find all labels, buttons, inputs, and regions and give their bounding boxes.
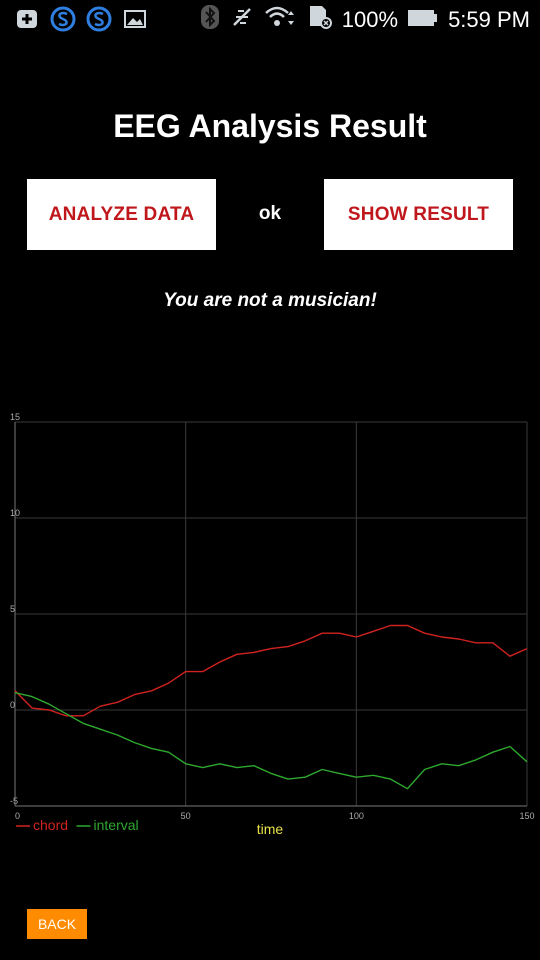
sd-card-icon	[306, 4, 332, 36]
back-button[interactable]: BACK	[27, 909, 87, 939]
battery-level: 100%	[341, 7, 399, 32]
x-tick-label: 0	[15, 811, 20, 821]
s-app-icon-2	[86, 6, 112, 32]
wifi-icon	[264, 5, 296, 35]
legend-label-chord: chord	[33, 817, 68, 833]
result-verdict: You are not a musician!	[163, 290, 377, 311]
analyze-data-button[interactable]: ANALYZE DATA	[27, 179, 216, 250]
battery-icon	[408, 7, 438, 33]
add-box-icon	[14, 6, 40, 32]
status-icons-right: 100% 5:59 PM	[200, 4, 530, 36]
page-title: EEG Analysis Result	[113, 108, 427, 144]
notification-icons	[14, 6, 148, 32]
clock: 5:59 PM	[448, 7, 530, 32]
x-tick-label: 50	[181, 811, 191, 821]
vibrate-off-icon	[230, 5, 254, 35]
x-tick-label: 100	[349, 811, 364, 821]
series-line-chord	[14, 624, 528, 717]
y-tick-label: 5	[10, 604, 15, 614]
eeg-line-chart: -50510150 50 100 150chord interval time	[10, 412, 535, 837]
s-app-icon	[50, 6, 76, 32]
x-tick-label: 150	[519, 811, 534, 821]
y-tick-label: -5	[10, 796, 18, 806]
x-axis-label: time	[257, 821, 284, 837]
legend-label-interval: interval	[94, 817, 139, 833]
image-icon	[122, 6, 148, 32]
status-ok-label: ok	[258, 203, 282, 224]
y-tick-label: 15	[10, 412, 20, 422]
bluetooth-icon	[200, 4, 220, 36]
show-result-button[interactable]: SHOW RESULT	[324, 179, 513, 250]
y-tick-label: 0	[10, 700, 15, 710]
series-line-interval	[14, 692, 528, 790]
status-bar: 100% 5:59 PM	[0, 0, 540, 38]
